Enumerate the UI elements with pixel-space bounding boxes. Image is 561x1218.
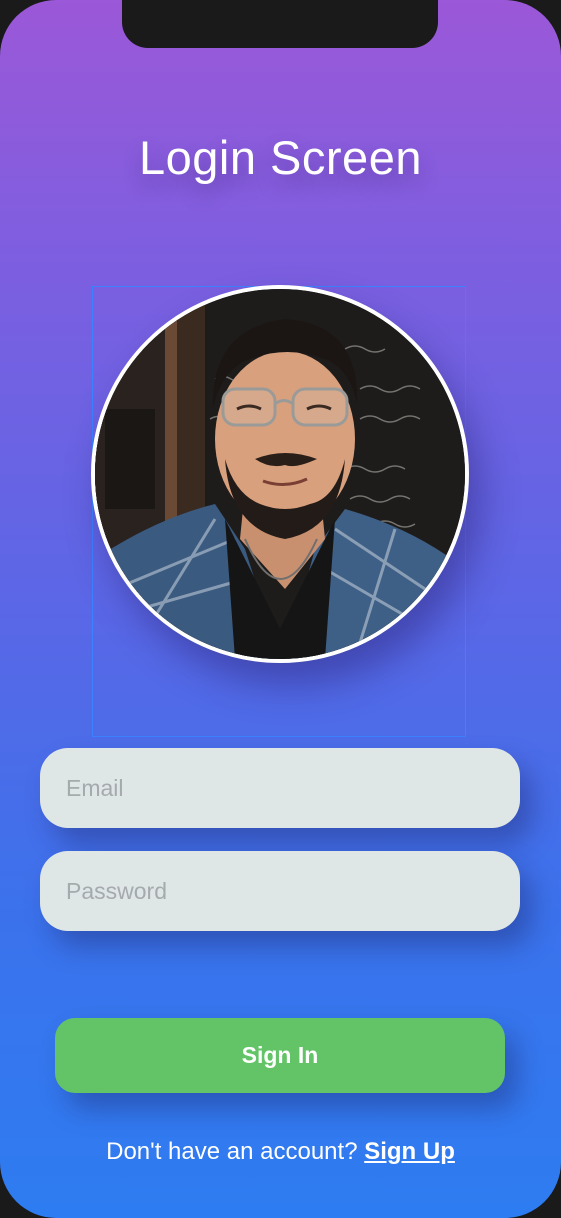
profile-photo-icon <box>95 289 465 659</box>
signup-prompt: Don't have an account? Sign Up <box>0 1138 561 1166</box>
avatar[interactable] <box>91 285 469 663</box>
signup-prompt-text: Don't have an account? <box>106 1138 358 1165</box>
app-screen: Login Screen Email Sign In Don't have an… <box>0 0 561 1218</box>
password-field[interactable] <box>40 851 520 931</box>
page-title: Login Screen <box>139 131 422 184</box>
device-notch <box>122 0 438 48</box>
password-input[interactable] <box>64 876 496 906</box>
email-field[interactable] <box>40 748 520 828</box>
sign-up-link[interactable]: Sign Up <box>364 1138 455 1165</box>
email-input[interactable] <box>64 773 496 803</box>
sign-in-button[interactable]: Sign In <box>55 1018 505 1093</box>
